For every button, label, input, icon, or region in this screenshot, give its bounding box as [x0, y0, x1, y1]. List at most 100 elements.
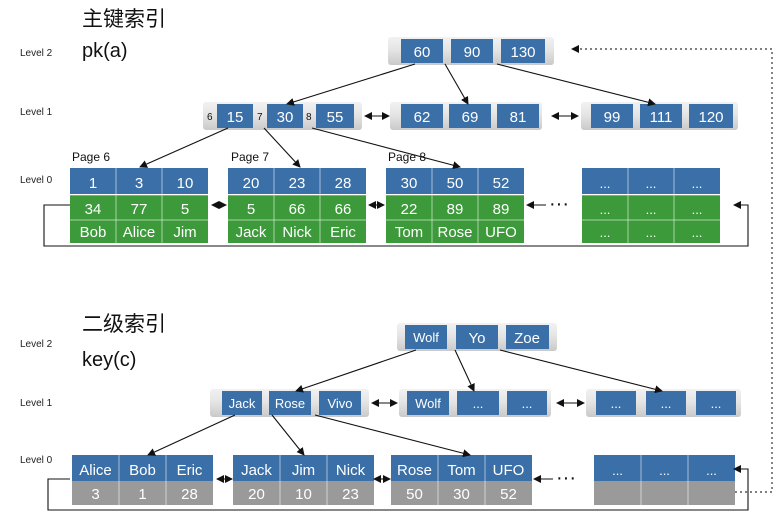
leaf-column-b: 5 — [247, 201, 255, 218]
secondary-leaf-pages: Alice Bob Eric 3 1 28 Jack Jim Nick 20 10 23 Rose Tom… — [72, 455, 735, 505]
leaf-secondary-key: Eric — [177, 462, 203, 479]
leaf-secondary-key: Alice — [79, 462, 112, 479]
secondary-internal-node-1: Jack Rose Vivo — [210, 389, 369, 417]
primary-internal-node-3: 99 111 120 — [581, 102, 738, 130]
leaf-primary-key: 30 — [401, 175, 418, 192]
secondary-internal-key: Jack — [229, 396, 256, 411]
secondary-leaf-page: Rose Tom UFO 50 30 52 — [391, 455, 532, 505]
leaf-primary-key: 50 — [447, 175, 464, 192]
primary-internal-key: 81 — [510, 109, 527, 126]
secondary-level-1-label: Level 1 — [20, 398, 53, 409]
leaf-column-c: Alice — [123, 224, 156, 241]
secondary-internal-key: ... — [522, 396, 533, 411]
leaf-primary-key: 23 — [289, 175, 306, 192]
leaf-primary-key: 52 — [493, 175, 510, 192]
primary-internal-key: 99 — [604, 109, 621, 126]
leaf-secondary-key: Bob — [129, 462, 156, 479]
secondary-internal-key: ... — [611, 396, 622, 411]
primary-index-title: 主键索引 — [82, 8, 166, 31]
secondary-internal-key: Vivo — [327, 396, 352, 411]
leaf-primary-key-ref: 52 — [500, 486, 517, 503]
leaf-column-c: Jim — [173, 224, 196, 241]
secondary-internal-key: ... — [661, 396, 672, 411]
leaf-secondary-key: Rose — [397, 462, 432, 479]
primary-internal-key: 111 — [650, 109, 673, 126]
leaf-primary-key: 10 — [177, 175, 194, 192]
leaf-column-c: Tom — [395, 224, 423, 241]
leaf-column-c: UFO — [485, 224, 517, 241]
primary-internal-key: 69 — [462, 109, 479, 126]
secondary-root-key: Wolf — [413, 330, 439, 345]
leaf-primary-key: ... — [646, 176, 657, 191]
primary-leaf-ellipsis: ··· — [549, 193, 569, 215]
leaf-primary-key-ref: 50 — [406, 486, 423, 503]
leaf-column-b: 34 — [85, 201, 102, 218]
page-pointer-label: 7 — [257, 112, 263, 123]
leaf-secondary-key: ... — [612, 463, 623, 478]
primary-internal-key: 120 — [698, 109, 723, 126]
page-pointer-label: 6 — [207, 112, 213, 123]
leaf-column-b: ... — [646, 202, 657, 217]
leaf-secondary-key: ... — [706, 463, 717, 478]
secondary-internal-node-3: ... ... ... — [586, 389, 741, 417]
leaf-primary-key-ref: 1 — [138, 486, 146, 503]
secondary-index-title: 二级索引 — [82, 313, 166, 336]
leaf-primary-key: ... — [692, 176, 703, 191]
primary-leaf-page: 30 50 52 22 89 89 Tom Rose UFO — [386, 168, 524, 243]
primary-leaf-page: 20 23 28 5 66 66 Jack Nick Eric — [228, 168, 366, 243]
leaf-primary-key-ref: 23 — [342, 486, 359, 503]
secondary-internal-key: ... — [711, 396, 722, 411]
leaf-column-c: ... — [600, 225, 611, 240]
primary-index-subtitle: pk(a) — [82, 40, 128, 62]
primary-internal-key: 55 — [327, 109, 344, 126]
primary-leaf-page: 1 3 10 34 77 5 Bob Alice Jim — [70, 168, 208, 243]
leaf-column-b: 5 — [181, 201, 189, 218]
leaf-primary-key-ref: 30 — [453, 486, 470, 503]
leaf-primary-key: 20 — [243, 175, 260, 192]
primary-leaf-pages: 1 3 10 34 77 5 Bob Alice Jim 20 23 28 5 66 66 Jack Nick E… — [70, 168, 720, 243]
primary-level-2-label: Level 2 — [20, 48, 53, 59]
secondary-root-node: Wolf Yo Zoe — [397, 323, 557, 351]
primary-internal-node-1: 6 15 7 30 8 55 — [203, 102, 362, 130]
secondary-leaf-ellipsis: ··· — [556, 467, 576, 489]
leaf-column-b: 89 — [493, 201, 510, 218]
leaf-column-b: 77 — [131, 201, 148, 218]
leaf-primary-key: 1 — [89, 175, 97, 192]
leaf-primary-key: 28 — [335, 175, 352, 192]
leaf-secondary-key: Jim — [292, 462, 315, 479]
leaf-column-c: Bob — [80, 224, 107, 241]
secondary-leaf-page: Jack Jim Nick 20 10 23 — [233, 455, 374, 505]
leaf-column-c: ... — [646, 225, 657, 240]
page-label: Page 6 — [72, 150, 110, 164]
secondary-index-subtitle: key(c) — [82, 349, 136, 371]
leaf-column-b: 22 — [401, 201, 418, 218]
primary-internal-key: 15 — [227, 109, 244, 126]
leaf-column-b: ... — [600, 202, 611, 217]
leaf-column-c: Rose — [437, 224, 472, 241]
leaf-column-b: ... — [692, 202, 703, 217]
primary-level-1-label: Level 1 — [20, 107, 53, 118]
secondary-root-key: Zoe — [514, 330, 540, 347]
leaf-column-c: Nick — [282, 224, 312, 241]
primary-root-key: 90 — [464, 44, 481, 61]
leaf-primary-key-ref: 3 — [91, 486, 99, 503]
leaf-secondary-key: ... — [659, 463, 670, 478]
primary-leaf-page: ........................... — [582, 168, 720, 243]
leaf-primary-key-ref: 28 — [181, 486, 198, 503]
secondary-internal-key: Wolf — [415, 396, 441, 411]
primary-internal-node-2: 62 69 81 — [390, 102, 542, 130]
leaf-column-c: Jack — [236, 224, 267, 241]
leaf-row-background — [594, 481, 735, 505]
primary-internal-key: 30 — [277, 109, 294, 126]
page-label: Page 7 — [231, 150, 269, 164]
primary-internal-key: 62 — [414, 109, 431, 126]
leaf-column-b: 66 — [335, 201, 352, 218]
leaf-primary-key: 3 — [135, 175, 143, 192]
leaf-primary-key: ... — [600, 176, 611, 191]
leaf-primary-key-ref: 20 — [248, 486, 265, 503]
leaf-column-c: Eric — [330, 224, 356, 241]
primary-root-node: 60 90 130 — [388, 37, 554, 65]
secondary-internal-key: Rose — [275, 396, 305, 411]
secondary-internal-node-2: Wolf ... ... — [399, 389, 551, 417]
secondary-root-key: Yo — [469, 330, 486, 347]
